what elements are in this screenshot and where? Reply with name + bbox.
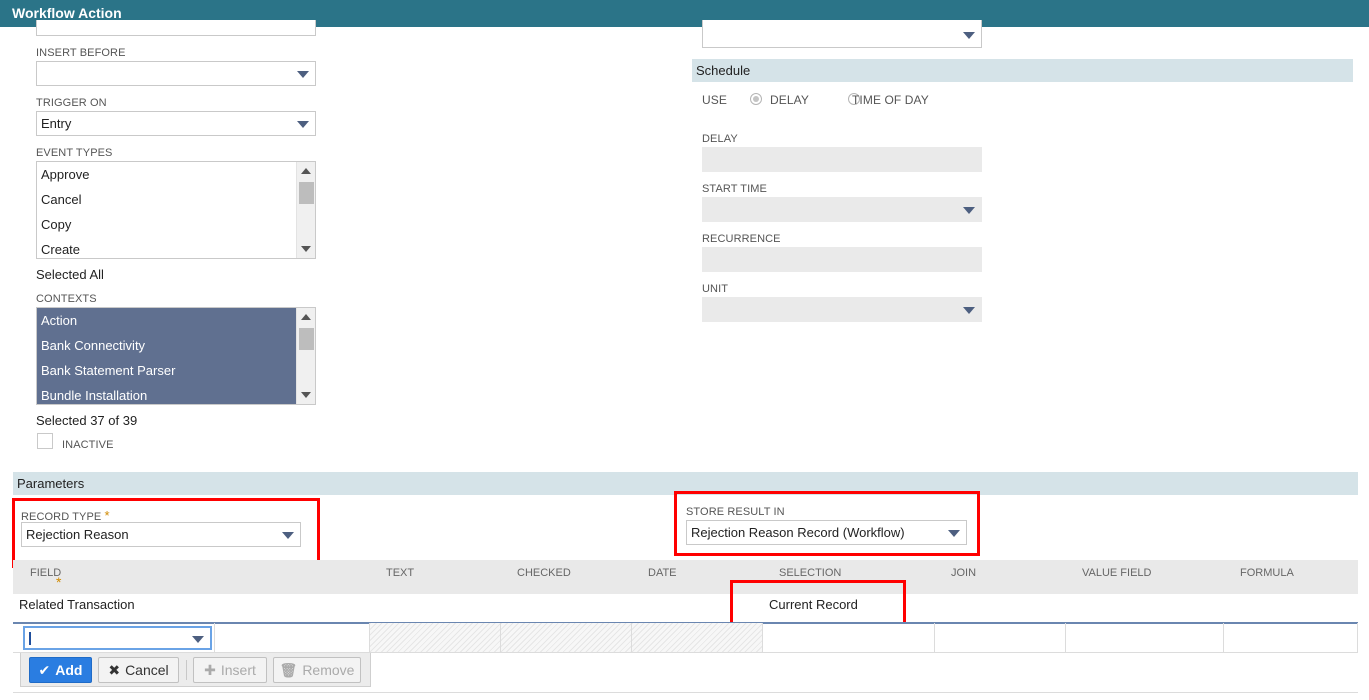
contexts-status: Selected 37 of 39	[36, 413, 138, 428]
chevron-down-icon	[963, 307, 975, 314]
start-time-select[interactable]	[702, 197, 982, 222]
chevron-down-icon	[963, 32, 975, 39]
cancel-button[interactable]: ✖ Cancel	[98, 657, 179, 683]
delay-radio[interactable]	[750, 93, 762, 105]
selection-cell[interactable]	[763, 623, 935, 652]
sublist-header	[13, 560, 1358, 594]
event-types-label: EVENT TYPES	[36, 147, 113, 159]
list-item[interactable]: Create	[37, 237, 315, 258]
list-item[interactable]: Approve	[37, 162, 315, 187]
text-cursor	[29, 632, 31, 645]
recurrence-input[interactable]	[702, 247, 982, 272]
list-item[interactable]: Bank Statement Parser	[37, 358, 315, 383]
column-header-join: JOIN	[951, 567, 977, 579]
delay-radio-label: DELAY	[770, 93, 809, 107]
remove-button-label: Remove	[302, 662, 355, 678]
event-types-list[interactable]: Approve Cancel Copy Create	[36, 161, 316, 259]
insert-button[interactable]: ✚ Insert	[193, 657, 267, 683]
contexts-scrollbar[interactable]	[296, 308, 315, 404]
scroll-thumb[interactable]	[299, 328, 314, 350]
delay-label: DELAY	[702, 133, 738, 145]
check-icon: ✔	[38, 662, 51, 678]
scroll-thumb[interactable]	[299, 182, 314, 204]
checked-cell-disabled	[501, 623, 632, 652]
inactive-label: INACTIVE	[62, 439, 114, 451]
insert-before-select[interactable]	[36, 61, 316, 86]
list-item[interactable]: Copy	[37, 212, 315, 237]
chevron-down-icon	[297, 121, 309, 128]
date-cell-disabled	[632, 623, 763, 652]
add-button-label: Add	[55, 662, 83, 678]
list-item[interactable]: Bank Connectivity	[37, 333, 315, 358]
trigger-on-select[interactable]: Entry	[36, 111, 316, 136]
row-field-value: Related Transaction	[19, 597, 135, 612]
list-item[interactable]: Bundle Installation	[37, 383, 315, 404]
field-required-mark: *	[56, 574, 62, 590]
bottom-divider	[13, 692, 1358, 693]
column-header-value-field: VALUE FIELD	[1082, 567, 1152, 579]
field-select-edit[interactable]	[23, 626, 212, 650]
scroll-down-icon[interactable]	[301, 246, 311, 252]
scroll-up-icon[interactable]	[301, 168, 311, 174]
contexts-list[interactable]: Action Bank Connectivity Bank Statement …	[36, 307, 316, 405]
column-header-selection: SELECTION	[779, 567, 842, 579]
column-header-checked: CHECKED	[517, 567, 571, 579]
record-type-highlight	[12, 498, 320, 568]
use-label: USE	[702, 93, 727, 107]
plus-icon: ✚	[204, 662, 216, 678]
unit-select[interactable]	[702, 297, 982, 322]
contexts-label: CONTEXTS	[36, 293, 97, 305]
add-button[interactable]: ✔ Add	[29, 657, 92, 683]
close-icon: ✖	[108, 662, 121, 678]
value-field-cell[interactable]	[1066, 623, 1224, 652]
insert-button-label: Insert	[220, 662, 256, 678]
event-types-status: Selected All	[36, 267, 104, 282]
top-right-select[interactable]	[702, 20, 982, 48]
recurrence-label: RECURRENCE	[702, 233, 781, 245]
trigger-on-value: Entry	[41, 116, 72, 131]
formula-cell[interactable]	[1224, 623, 1358, 652]
chevron-down-icon	[297, 71, 309, 78]
inactive-checkbox[interactable]	[37, 433, 53, 449]
chevron-down-icon	[963, 207, 975, 214]
insert-before-label: INSERT BEFORE	[36, 47, 126, 59]
join-cell[interactable]	[935, 623, 1066, 652]
column-header-formula: FORMULA	[1240, 567, 1294, 579]
cancel-button-label: Cancel	[125, 662, 169, 678]
table-row[interactable]: Related Transaction Current Record	[13, 594, 1358, 622]
start-time-label: START TIME	[702, 183, 767, 195]
time-of-day-radio-label: TIME OF DAY	[852, 93, 929, 107]
top-partial-field[interactable]	[36, 20, 316, 36]
remove-button[interactable]: 🗑 Remove	[273, 657, 361, 683]
scroll-down-icon[interactable]	[301, 392, 311, 398]
schedule-section-header: Schedule	[692, 59, 1353, 82]
scroll-up-icon[interactable]	[301, 314, 311, 320]
event-types-scrollbar[interactable]	[296, 162, 315, 258]
column-header-text: TEXT	[386, 567, 415, 579]
text-cell[interactable]	[214, 623, 370, 652]
toolbar-divider	[186, 660, 187, 680]
chevron-down-icon	[192, 636, 204, 643]
unit-label: UNIT	[702, 283, 729, 295]
trigger-on-label: TRIGGER ON	[36, 97, 107, 109]
column-header-date: DATE	[648, 567, 677, 579]
list-item[interactable]: Action	[37, 308, 315, 333]
trash-icon: 🗑	[279, 662, 298, 678]
list-item[interactable]: Cancel	[37, 187, 315, 212]
text-cell-disabled	[370, 623, 501, 652]
store-result-in-highlight	[674, 491, 980, 556]
delay-input[interactable]	[702, 147, 982, 172]
